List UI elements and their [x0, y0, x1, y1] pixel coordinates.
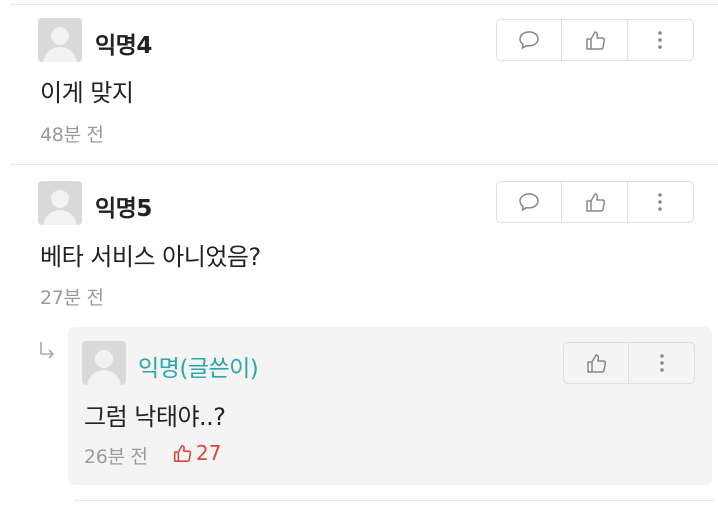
reply-arrow-icon — [40, 342, 55, 359]
comment-icon — [519, 31, 539, 50]
avatar — [82, 341, 126, 385]
thumbs-up-icon — [173, 444, 192, 462]
like-count-value: 27 — [196, 441, 222, 465]
like-button[interactable] — [562, 182, 628, 222]
more-vertical-icon — [658, 193, 663, 211]
reply-author: 익명(글쓴이) — [138, 356, 259, 382]
more-vertical-icon — [659, 354, 664, 372]
comment-actions — [496, 181, 694, 223]
comment-time: 27분 전 — [40, 287, 104, 309]
reply-actions — [563, 342, 695, 384]
bottom-divider — [74, 500, 714, 501]
comment-item: 익명5 베타 서비스 아니었음? 27분 전 — [0, 165, 718, 325]
reply-button[interactable] — [497, 182, 563, 222]
avatar — [38, 18, 82, 62]
reply-text: 그럼 낙태야..? — [84, 403, 226, 431]
comment-text: 이게 맞지 — [40, 79, 134, 107]
comment-icon — [519, 193, 539, 212]
more-vertical-icon — [658, 31, 663, 49]
comment-author: 익명4 — [95, 33, 152, 59]
avatar — [38, 181, 82, 225]
reply-like-count: 27 — [172, 441, 221, 465]
comment-author: 익명5 — [95, 196, 152, 222]
reply-item: 익명(글쓴이) 그럼 낙태야..? 26분 전 27 — [68, 327, 712, 485]
comment-actions — [496, 19, 694, 61]
thumbs-up-icon — [585, 193, 605, 212]
reply-time: 26분 전 — [84, 446, 148, 468]
thumbs-up-icon — [585, 31, 605, 50]
like-button[interactable] — [562, 20, 628, 60]
thumbs-up-icon — [587, 354, 607, 373]
comment-time: 48분 전 — [40, 124, 104, 146]
like-button[interactable] — [564, 343, 629, 383]
more-button[interactable] — [628, 20, 693, 60]
comment-item: 익명4 이게 맞지 48분 전 — [0, 0, 718, 165]
more-button[interactable] — [629, 343, 694, 383]
more-button[interactable] — [628, 182, 693, 222]
comment-text: 베타 서비스 아니었음? — [40, 243, 261, 271]
reply-button[interactable] — [497, 20, 563, 60]
